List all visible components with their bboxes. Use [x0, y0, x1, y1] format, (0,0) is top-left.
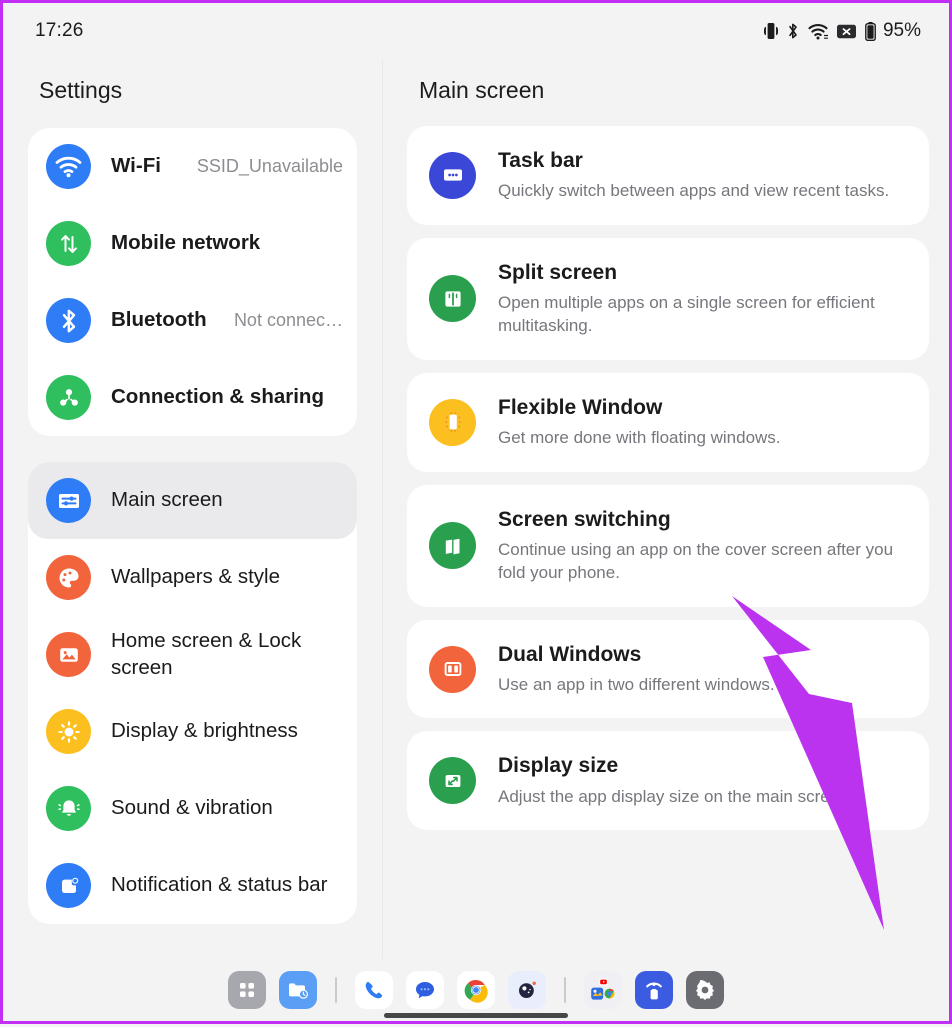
- sidebar-scroll[interactable]: Wi-Fi SSID_Unavailable Mobile network Bl…: [3, 128, 382, 959]
- dock: [3, 959, 949, 1021]
- setting-card-title: Screen switching: [498, 507, 671, 531]
- sidebar-item-wifi[interactable]: Wi-Fi SSID_Unavailable: [28, 128, 357, 205]
- bluetooth-icon: [787, 22, 799, 40]
- recent-files-icon[interactable]: [279, 971, 317, 1009]
- flexible-window-icon: [429, 398, 476, 446]
- battery-icon: [865, 21, 876, 41]
- sidebar-item-label: Main screen: [111, 488, 223, 512]
- notification-icon: [46, 863, 91, 908]
- messages-icon[interactable]: [406, 971, 444, 1009]
- bluetooth-icon: [46, 298, 91, 343]
- display-size-icon: [429, 757, 476, 805]
- vibrate-icon: [763, 22, 778, 40]
- sidebar-item-label: Home screen & Lock screen: [111, 628, 302, 679]
- dock-separator-2: [564, 977, 566, 1003]
- sidebar-group-connectivity: Wi-Fi SSID_Unavailable Mobile network Bl…: [28, 128, 357, 436]
- sidebar-item-label: Wi-Fi: [111, 154, 161, 178]
- sidebar-item-label: Mobile network: [111, 231, 261, 255]
- sidebar-item-value: Not connec…: [233, 310, 343, 331]
- setting-card-desc: Get more done with floating windows.: [498, 428, 781, 448]
- brightness-icon: [46, 709, 91, 754]
- sidebar-item-notification-status-bar[interactable]: Notification & status bar: [28, 847, 357, 924]
- main-list[interactable]: Task bar Quickly switch between apps and…: [383, 126, 949, 959]
- setting-card-title: Task bar: [498, 149, 583, 172]
- sidebar-item-mobile-network[interactable]: Mobile network: [28, 205, 357, 282]
- gesture-home-bar[interactable]: [384, 1013, 568, 1018]
- sidebar-item-label: Sound & vibration: [111, 796, 273, 820]
- sidebar-item-label: Connection & sharing: [111, 385, 324, 409]
- cast-icon[interactable]: [635, 971, 673, 1009]
- connection-sharing-icon: [46, 375, 91, 420]
- setting-card-desc: Use an app in two different windows.: [498, 674, 775, 694]
- mobile-network-icon: [46, 221, 91, 266]
- sidebar-item-label: Notification & status bar: [111, 873, 328, 897]
- sidebar-item-display-brightness[interactable]: Display & brightness: [28, 693, 357, 770]
- chrome-icon[interactable]: [457, 971, 495, 1009]
- camera-icon[interactable]: [508, 971, 546, 1009]
- setting-card-flexible-window[interactable]: Flexible Window Get more done with float…: [407, 372, 929, 472]
- status-clock: 17:26: [35, 20, 84, 41]
- setting-card-text: Screen switching Continue using an app o…: [498, 507, 905, 585]
- setting-card-display-size[interactable]: Display size Adjust the app display size…: [407, 731, 929, 831]
- dual-windows-icon: [429, 645, 476, 693]
- settings-icon[interactable]: [686, 971, 724, 1009]
- setting-card-screen-switching[interactable]: Screen switching Continue using an app o…: [407, 484, 929, 607]
- setting-card-desc: Adjust the app display size on the main …: [498, 786, 854, 806]
- sidebar-item-bluetooth[interactable]: Bluetooth Not connec…: [28, 282, 357, 359]
- setting-card-title: Flexible Window: [498, 395, 663, 419]
- sidebar-item-home-lock-screen[interactable]: Home screen & Lock screen: [28, 616, 357, 693]
- settings-sidebar: Settings Wi-Fi SSID_Unavailable Mobile n…: [3, 59, 383, 959]
- phone-icon[interactable]: [355, 971, 393, 1009]
- setting-card-title: Display size: [498, 754, 619, 778]
- setting-card-title: Dual Windows: [498, 642, 642, 666]
- wifi-icon: [808, 23, 828, 40]
- taskbar-icon: [429, 151, 476, 199]
- sidebar-item-wallpapers-style[interactable]: Wallpapers & style: [28, 539, 357, 616]
- screen-switching-icon: [429, 522, 476, 570]
- sidebar-item-label: Wallpapers & style: [111, 565, 280, 589]
- bell-icon: [46, 786, 91, 831]
- sidebar-item-connection-sharing[interactable]: Connection & sharing: [28, 359, 357, 436]
- palette-icon: [46, 555, 91, 600]
- split-screen-icon: [429, 275, 476, 323]
- setting-card-task-bar[interactable]: Task bar Quickly switch between apps and…: [407, 126, 929, 225]
- main-screen-icon: [46, 478, 91, 523]
- setting-card-desc: Quickly switch between apps and view rec…: [498, 181, 890, 201]
- sidebar-group-device: Main screen Wallpapers & style Home scre…: [28, 462, 357, 924]
- status-bar: 17:26 95%: [3, 3, 949, 59]
- app-folder-icon[interactable]: [584, 971, 622, 1009]
- app-drawer-icon[interactable]: [228, 971, 266, 1009]
- sidebar-item-label: Bluetooth: [111, 308, 207, 332]
- setting-card-text: Split screen Open multiple apps on a sin…: [498, 260, 905, 338]
- setting-card-text: Task bar Quickly switch between apps and…: [498, 148, 889, 203]
- setting-card-desc: Open multiple apps on a single screen fo…: [498, 292, 875, 336]
- sidebar-item-main-screen[interactable]: Main screen: [28, 462, 357, 539]
- battery-percent-label: 95%: [882, 20, 921, 41]
- no-sim-icon: [836, 24, 856, 39]
- content-panes: Settings Wi-Fi SSID_Unavailable Mobile n…: [3, 59, 949, 959]
- sidebar-item-value: SSID_Unavailable: [196, 156, 343, 177]
- setting-card-desc: Continue using an app on the cover scree…: [498, 539, 894, 583]
- setting-card-text: Display size Adjust the app display size…: [498, 753, 853, 808]
- sidebar-title: Settings: [39, 77, 123, 103]
- setting-card-title: Split screen: [498, 260, 618, 284]
- wifi-icon: [46, 144, 91, 189]
- setting-card-dual-windows[interactable]: Dual Windows Use an app in two different…: [407, 619, 929, 719]
- dock-separator: [335, 977, 337, 1003]
- status-icon-group: 95%: [763, 20, 921, 42]
- sidebar-item-sound-vibration[interactable]: Sound & vibration: [28, 770, 357, 847]
- setting-card-text: Flexible Window Get more done with float…: [498, 395, 781, 450]
- page-title: Main screen: [419, 77, 545, 103]
- setting-card-split-screen[interactable]: Split screen Open multiple apps on a sin…: [407, 237, 929, 360]
- setting-card-text: Dual Windows Use an app in two different…: [498, 642, 775, 697]
- phone-screen: 17:26 95% Settings Wi-Fi SSID_Unavailabl…: [3, 3, 949, 1021]
- main-screen-pane: Main screen Task bar Quickly switch betw…: [383, 59, 949, 959]
- image-icon: [46, 632, 91, 677]
- sidebar-item-label: Display & brightness: [111, 719, 298, 743]
